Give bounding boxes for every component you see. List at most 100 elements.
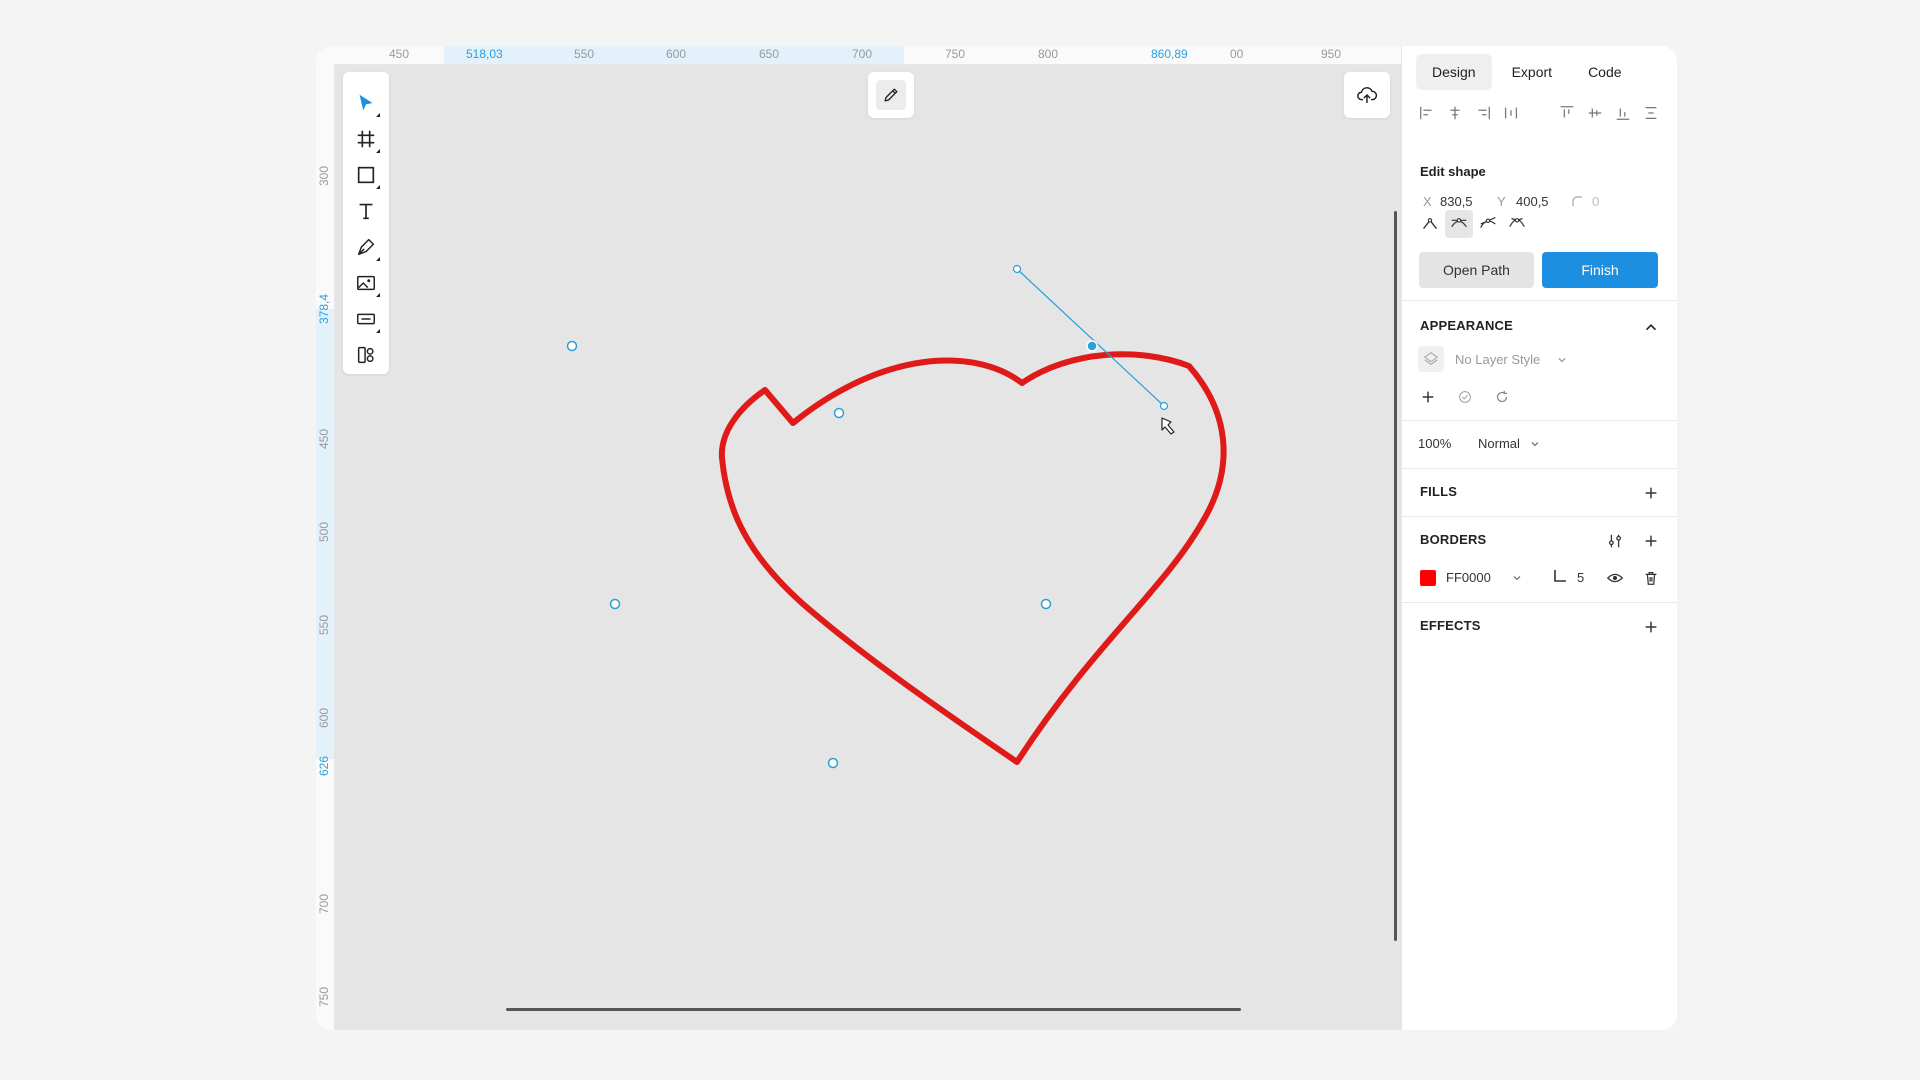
layers-icon [1424, 352, 1438, 365]
align-middle-icon [1588, 108, 1602, 118]
edit-shape-title: Edit shape [1420, 164, 1486, 179]
add-border-button[interactable] [1640, 530, 1662, 552]
distribute-horizontal-button[interactable] [1500, 102, 1522, 124]
refresh-icon [1496, 390, 1508, 403]
image-icon [357, 275, 375, 291]
square-icon [357, 166, 375, 184]
sliders-icon [1608, 534, 1622, 548]
collapse-appearance-button[interactable] [1640, 316, 1662, 338]
select-tool[interactable] [351, 88, 381, 118]
border-width-field[interactable]: 5 [1577, 570, 1584, 585]
arrow-cursor-icon [359, 94, 373, 111]
align-top-icon [1560, 106, 1574, 118]
ruler-top-label: 00 [1230, 47, 1244, 61]
tab-design[interactable]: Design [1416, 54, 1492, 90]
plus-icon [1645, 535, 1657, 547]
component-tool[interactable] [351, 304, 381, 334]
plugins-tool[interactable] [351, 340, 381, 370]
app-window: 450 518,03 550 600 650 700 750 800 860,8… [316, 46, 1677, 1030]
point-mode-disconnected-button[interactable] [1503, 210, 1531, 238]
edit-mode-button[interactable] [868, 72, 914, 118]
design-canvas[interactable] [335, 65, 1401, 1030]
align-top-button[interactable] [1556, 102, 1578, 124]
pen-nib-icon [357, 238, 375, 256]
disconnected-point-icon [1509, 217, 1525, 228]
straight-point-icon [1423, 218, 1437, 230]
y-label: Y [1497, 194, 1506, 209]
border-color-swatch[interactable] [1420, 570, 1436, 586]
cloud-upload-button[interactable] [1344, 72, 1390, 118]
cloud-upload-icon [1357, 87, 1378, 104]
appearance-title: APPEARANCE [1420, 318, 1514, 333]
tab-export[interactable]: Export [1496, 54, 1568, 90]
ruler-left-label: 750 [317, 986, 331, 1007]
vertical-scrollbar[interactable] [1394, 211, 1397, 941]
distribute-vertical-button[interactable] [1640, 102, 1662, 124]
add-effect-button[interactable] [1640, 616, 1662, 638]
ruler-top-label: 700 [852, 47, 873, 61]
ruler-left-label: 700 [317, 893, 331, 914]
open-path-button[interactable]: Open Path [1419, 252, 1534, 288]
text-tool[interactable] [351, 196, 381, 226]
tab-code[interactable]: Code [1572, 54, 1637, 90]
image-tool[interactable] [351, 268, 381, 298]
layer-style-thumbnail[interactable] [1418, 346, 1444, 372]
ruler-left-label: 450 [317, 428, 331, 449]
finish-button[interactable]: Finish [1542, 252, 1658, 288]
rectangle-tool[interactable] [351, 160, 381, 190]
eye-icon [1606, 573, 1624, 583]
align-center-h-button[interactable] [1444, 102, 1466, 124]
blend-mode-dropdown[interactable]: Normal [1478, 436, 1520, 451]
layer-style-dropdown[interactable]: No Layer Style [1455, 352, 1540, 367]
panel-tabs: Design Export Code [1416, 54, 1638, 90]
y-field[interactable]: 400,5 [1516, 194, 1549, 209]
border-color-field[interactable]: FF0000 [1446, 570, 1491, 585]
heart-path[interactable] [718, 351, 1227, 765]
ruler-top-label: 800 [1038, 47, 1059, 61]
delete-border-button[interactable] [1640, 567, 1662, 589]
point-mode-mirrored-button[interactable] [1445, 210, 1473, 238]
alignment-toolbar [1416, 102, 1664, 124]
border-settings-button[interactable] [1604, 530, 1626, 552]
add-style-button[interactable] [1417, 386, 1439, 408]
ruler-top-label: 650 [759, 47, 780, 61]
ruler-left-label: 300 [317, 165, 331, 186]
align-bottom-button[interactable] [1612, 102, 1634, 124]
ruler-left: 300 378,4 450 500 550 600 626 700 750 [316, 64, 335, 1030]
toggle-border-visibility-button[interactable] [1604, 567, 1626, 589]
corner-radius-icon [1572, 196, 1582, 206]
letter-t-icon [359, 203, 373, 220]
divider [1402, 468, 1677, 469]
x-field[interactable]: 830,5 [1440, 194, 1473, 209]
align-left-icon [1420, 106, 1432, 120]
frame-tool[interactable] [351, 124, 381, 154]
ruler-top-label-selected: 518,03 [466, 47, 503, 61]
pen-tool[interactable] [351, 232, 381, 262]
opacity-field[interactable]: 100% [1418, 436, 1451, 451]
plus-icon [1422, 391, 1434, 403]
distribute-horizontal-icon [1504, 107, 1518, 119]
corner-radius-field[interactable]: 0 [1592, 194, 1599, 209]
align-right-button[interactable] [1472, 102, 1494, 124]
border-width-icon [1554, 570, 1566, 582]
point-mode-asymmetric-button[interactable] [1474, 210, 1502, 238]
hash-frame-icon [357, 130, 375, 148]
ruler-top-label: 600 [666, 47, 687, 61]
heart-shape-layer[interactable] [335, 65, 1401, 1030]
align-bottom-icon [1616, 108, 1630, 120]
plus-icon [1645, 621, 1657, 633]
ruler-left-label-selected: 626 [317, 755, 331, 776]
reset-style-button[interactable] [1491, 386, 1513, 408]
horizontal-scrollbar[interactable] [506, 1008, 1241, 1011]
align-middle-button[interactable] [1584, 102, 1606, 124]
ruler-top: 450 518,03 550 600 650 700 750 800 860,8… [316, 46, 1401, 65]
mirrored-point-icon [1451, 218, 1467, 228]
pencil-icon [884, 88, 898, 102]
blocks-icon [357, 346, 374, 364]
apply-style-button[interactable] [1454, 386, 1476, 408]
tool-bar [343, 72, 389, 374]
add-fill-button[interactable] [1640, 482, 1662, 504]
divider [1402, 516, 1677, 517]
align-left-button[interactable] [1416, 102, 1438, 124]
point-mode-straight-button[interactable] [1416, 210, 1444, 238]
